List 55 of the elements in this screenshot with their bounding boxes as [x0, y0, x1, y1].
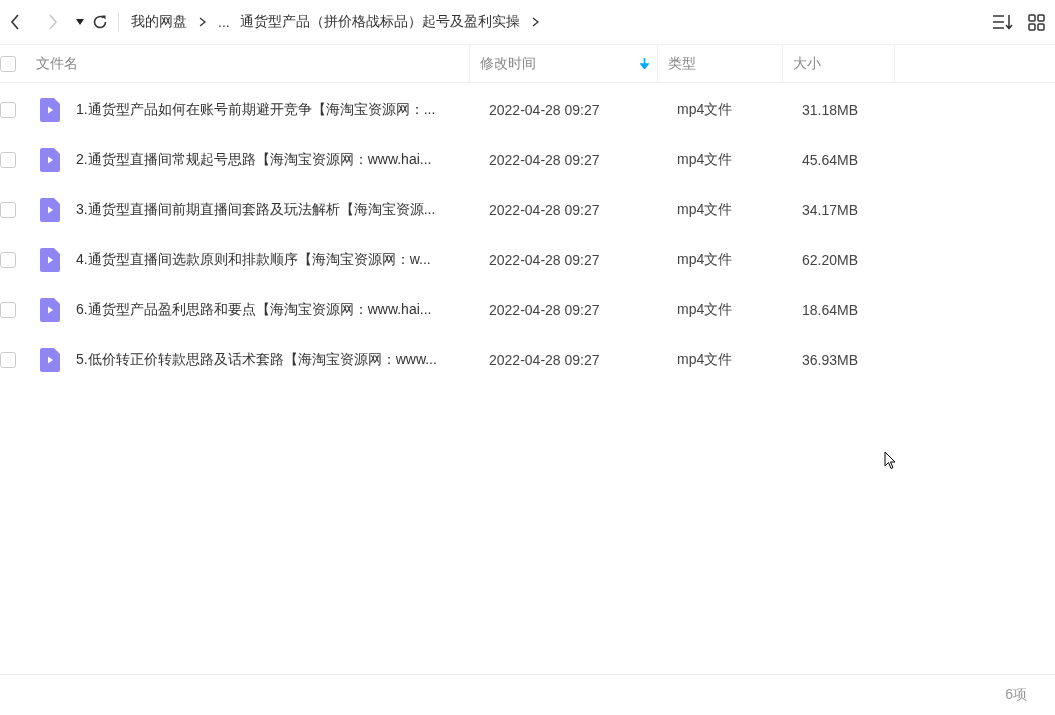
- file-name[interactable]: 1.通货型产品如何在账号前期避开竞争【海淘宝资源网：...: [76, 101, 479, 119]
- file-size: 45.64MB: [801, 152, 860, 168]
- file-name[interactable]: 6.通货型产品盈利思路和要点【海淘宝资源网：www.hai...: [76, 301, 479, 319]
- modified-time: 2022-04-28 09:27: [488, 152, 601, 168]
- chevron-icon: [531, 17, 539, 27]
- dropdown-caret-icon[interactable]: [76, 19, 84, 25]
- file-size: 18.64MB: [801, 302, 860, 318]
- video-file-icon: [40, 248, 60, 272]
- file-name[interactable]: 2.通货型直播间常规起号思路【海淘宝资源网：www.hai...: [76, 151, 479, 169]
- file-type: mp4文件: [676, 351, 734, 369]
- select-all-checkbox[interactable]: [0, 55, 16, 72]
- back-button[interactable]: [10, 14, 20, 30]
- video-file-icon: [40, 198, 60, 222]
- file-type: mp4文件: [676, 151, 734, 169]
- file-name[interactable]: 4.通货型直播间选款原则和排款顺序【海淘宝资源网：w...: [76, 251, 479, 269]
- file-type: mp4文件: [676, 251, 734, 269]
- forward-button[interactable]: [48, 14, 58, 30]
- file-type: mp4文件: [676, 101, 734, 119]
- mouse-cursor-icon: [884, 451, 896, 470]
- sort-icon[interactable]: [992, 14, 1014, 30]
- column-header[interactable]: 文件名: [36, 54, 469, 73]
- row-checkbox[interactable]: [0, 352, 16, 368]
- file-size: 36.93MB: [801, 352, 860, 368]
- breadcrumb-link[interactable]: ...: [218, 14, 230, 30]
- video-file-icon: [40, 348, 60, 372]
- column-header[interactable]: 类型: [668, 54, 782, 73]
- file-name[interactable]: 3.通货型直播间前期直播间套路及玩法解析【海淘宝资源...: [76, 201, 479, 219]
- video-file-icon: [40, 298, 60, 322]
- modified-time: 2022-04-28 09:27: [488, 252, 601, 268]
- row-checkbox[interactable]: [0, 252, 16, 268]
- breadcrumb-link[interactable]: 通货型产品（拼价格战标品）起号及盈利实操: [239, 13, 520, 31]
- file-size: 62.20MB: [801, 252, 860, 268]
- grid-view-icon[interactable]: [1028, 13, 1045, 31]
- modified-time: 2022-04-28 09:27: [488, 102, 601, 118]
- video-file-icon: [40, 98, 60, 122]
- row-checkbox[interactable]: [0, 102, 16, 118]
- video-file-icon: [40, 148, 60, 172]
- modified-time: 2022-04-28 09:27: [488, 302, 601, 318]
- row-checkbox[interactable]: [0, 202, 16, 218]
- file-size: 31.18MB: [801, 102, 860, 118]
- sort-arrow-icon: [640, 58, 649, 69]
- column-header[interactable]: 修改时间: [480, 54, 657, 73]
- refresh-icon[interactable]: [92, 14, 108, 30]
- row-checkbox[interactable]: [0, 302, 16, 318]
- file-type: mp4文件: [676, 201, 734, 219]
- breadcrumb-link[interactable]: 我的网盘: [131, 13, 187, 31]
- modified-time: 2022-04-28 09:27: [488, 202, 601, 218]
- modified-time: 2022-04-28 09:27: [488, 352, 601, 368]
- chevron-icon: [199, 17, 206, 27]
- file-name[interactable]: 5.低价转正价转款思路及话术套路【海淘宝资源网：www...: [76, 351, 479, 369]
- file-size: 34.17MB: [801, 202, 860, 218]
- row-checkbox[interactable]: [0, 152, 16, 168]
- column-header[interactable]: 大小: [793, 54, 894, 73]
- item-count: 6项: [1005, 686, 1027, 704]
- file-type: mp4文件: [676, 301, 734, 319]
